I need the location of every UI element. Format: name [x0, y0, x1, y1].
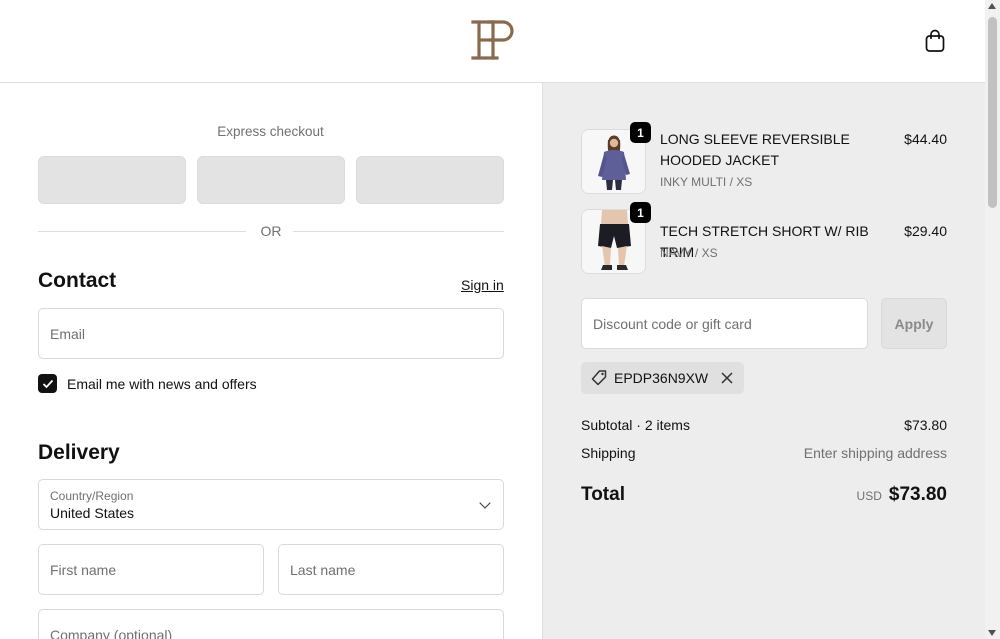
company-field[interactable]: Company (optional) [38, 609, 504, 639]
first-name-placeholder: First name [50, 561, 117, 578]
checkout-form: Express checkout OR Contact Sign in Emai… [0, 83, 543, 639]
discount-placeholder: Discount code or gift card [593, 315, 752, 332]
scroll-down-arrow-icon[interactable] [988, 630, 996, 636]
checkmark-icon [42, 379, 53, 388]
last-name-field[interactable]: Last name [278, 544, 504, 595]
cart-button[interactable] [921, 27, 949, 55]
scroll-up-arrow-icon[interactable] [988, 3, 996, 9]
last-name-placeholder: Last name [290, 561, 356, 578]
total-row: Total USD $73.80 [581, 484, 947, 506]
express-checkout-label: Express checkout [217, 124, 324, 139]
ep-monogram-logo[interactable] [467, 18, 519, 62]
sign-in-link[interactable]: Sign in [461, 277, 504, 293]
apply-discount-button[interactable]: Apply [881, 298, 947, 349]
express-pay-button-3[interactable] [356, 156, 504, 204]
item-variant: NAVY / XS [660, 246, 718, 260]
or-divider: OR [38, 223, 504, 239]
delivery-heading: Delivery [38, 441, 120, 464]
company-placeholder: Company (optional) [50, 626, 173, 639]
contact-heading: Contact [38, 269, 117, 292]
shopping-bag-icon [925, 29, 945, 52]
close-icon[interactable] [719, 370, 735, 386]
currency-code: USD [856, 489, 882, 503]
line-item: 1 LONG SLEEVE REVERSIBLE HOODED JACKET I… [581, 122, 947, 194]
scroll-thumb[interactable] [988, 17, 997, 208]
page-scrollbar[interactable] [985, 0, 1000, 639]
shipping-value: Enter shipping address [803, 445, 947, 461]
subtotal-label: Subtotal · 2 items [581, 417, 690, 433]
shipping-row: Shipping Enter shipping address [581, 445, 947, 461]
newsletter-checkbox[interactable] [38, 374, 57, 393]
checkout-header [0, 0, 985, 83]
total-label: Total [581, 484, 625, 505]
total-value: $73.80 [888, 484, 947, 505]
express-pay-button-2[interactable] [197, 156, 345, 204]
country-label: Country/Region [50, 489, 134, 503]
shipping-label: Shipping [581, 445, 636, 461]
chevron-down-icon [479, 497, 491, 509]
item-variant: INKY MULTI / XS [660, 175, 753, 189]
order-summary: 1 LONG SLEEVE REVERSIBLE HOODED JACKET I… [543, 83, 985, 639]
discount-code-field[interactable]: Discount code or gift card [581, 298, 868, 349]
discount-code: EPDP36N9XW [614, 370, 709, 386]
express-pay-button-1[interactable] [38, 156, 186, 204]
first-name-field[interactable]: First name [38, 544, 264, 595]
quantity-badge: 1 [630, 122, 651, 143]
item-name: LONG SLEEVE REVERSIBLE HOODED JACKET [660, 131, 850, 168]
email-field[interactable]: Email [38, 308, 504, 359]
line-item: 1 TECH STRETCH SHORT W/ RIB TRIM NAVY / … [581, 202, 947, 274]
item-price: $29.40 [904, 223, 947, 239]
tag-icon [591, 370, 607, 386]
country-select[interactable]: Country/Region United States [38, 479, 504, 530]
newsletter-label: Email me with news and offers [67, 376, 257, 392]
item-price: $44.40 [904, 131, 947, 147]
quantity-badge: 1 [630, 202, 651, 223]
country-value: United States [50, 505, 135, 521]
applied-discount-tag: EPDP36N9XW [581, 362, 745, 394]
subtotal-value: $73.80 [904, 417, 947, 433]
subtotal-row: Subtotal · 2 items $73.80 [581, 417, 947, 433]
email-placeholder: Email [50, 325, 86, 342]
